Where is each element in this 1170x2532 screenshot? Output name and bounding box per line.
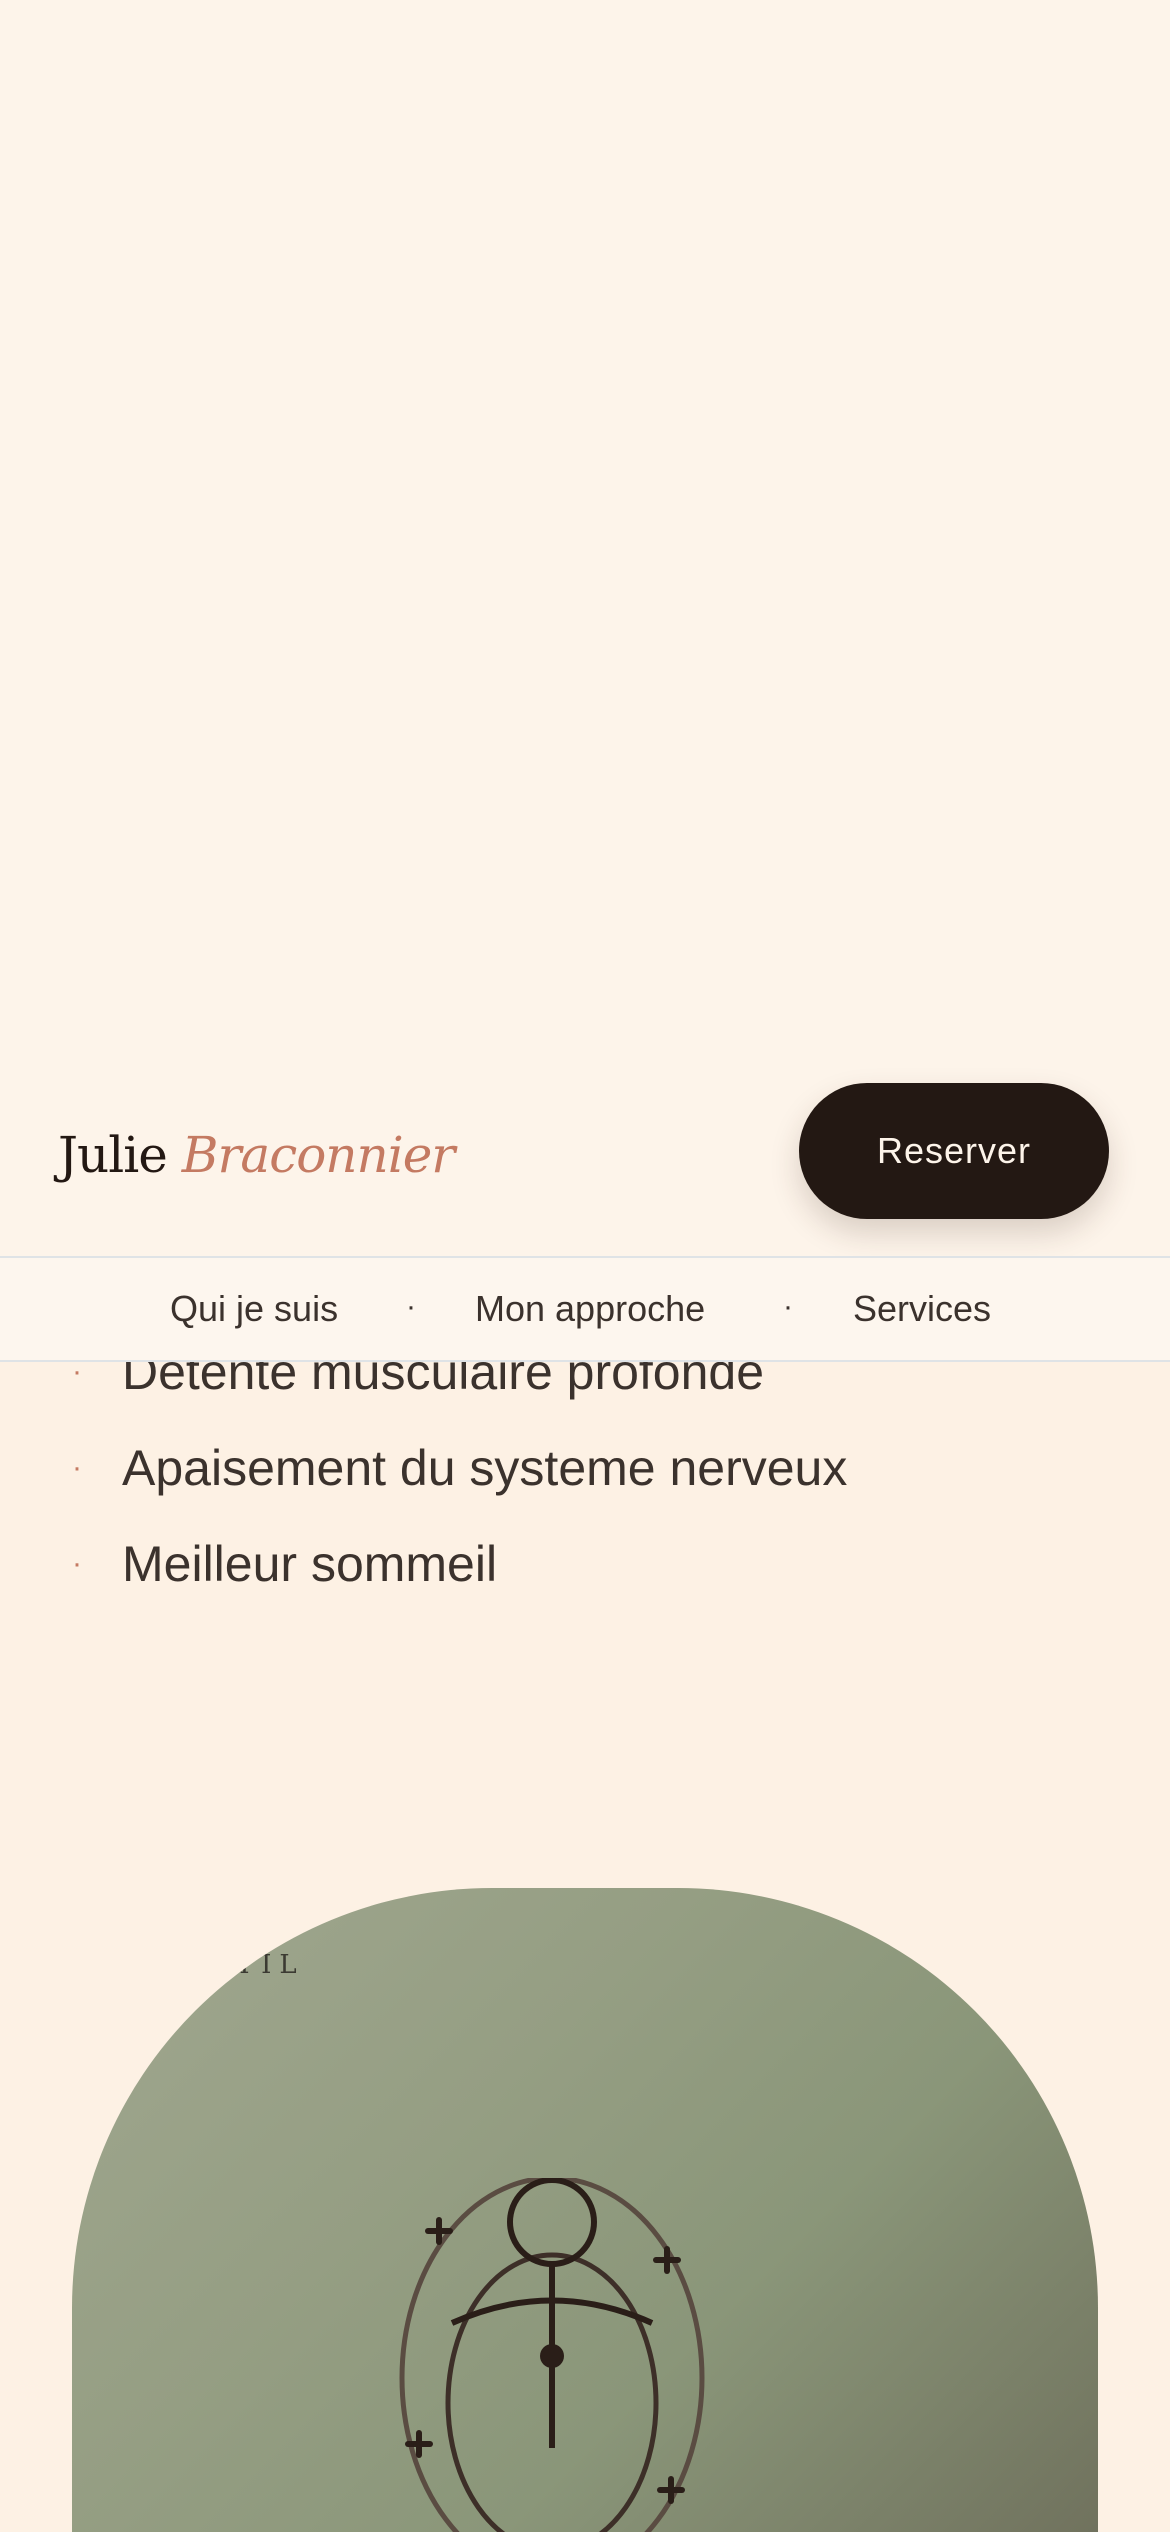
nav-item-services[interactable]: Services xyxy=(853,1258,991,1360)
nav-item-mon-approche[interactable]: Mon approche xyxy=(475,1258,705,1360)
main-content: · Detente musculaire profonde · Apaiseme… xyxy=(0,1362,1170,2532)
brand-first-name: Julie xyxy=(58,1126,168,1184)
reserve-button[interactable]: Reserver xyxy=(799,1083,1109,1219)
benefit-text: Apaisement du systeme nerveux xyxy=(122,1440,848,1496)
benefit-list-item: · Detente musculaire profonde xyxy=(0,1362,1170,1412)
nav-item-qui-je-suis[interactable]: Qui je suis xyxy=(170,1258,338,1360)
nav-separator: · xyxy=(406,1290,416,1323)
card-eyebrow: STIL xyxy=(210,1950,305,1980)
benefit-list-item: · Apaisement du systeme nerveux xyxy=(0,1428,1170,1508)
bullet-dot: · xyxy=(72,1451,82,1484)
section-nav: Qui je suis · Mon approche · Services xyxy=(0,1256,1170,1362)
approach-card: STIL xyxy=(72,1888,1098,2532)
brand-last-name: Braconnier xyxy=(181,1126,455,1184)
nav-separator: · xyxy=(783,1290,793,1323)
benefit-list-item: · Meilleur sommeil xyxy=(0,1524,1170,1604)
benefit-text: Meilleur sommeil xyxy=(122,1536,498,1592)
brand-logo[interactable]: Julie Braconnier xyxy=(58,1120,455,1190)
benefit-text: Detente musculaire profonde xyxy=(122,1362,765,1400)
bullet-dot: · xyxy=(72,1362,82,1388)
body-energy-figure-icon xyxy=(399,2178,705,2532)
bullet-dot: · xyxy=(72,1547,82,1580)
